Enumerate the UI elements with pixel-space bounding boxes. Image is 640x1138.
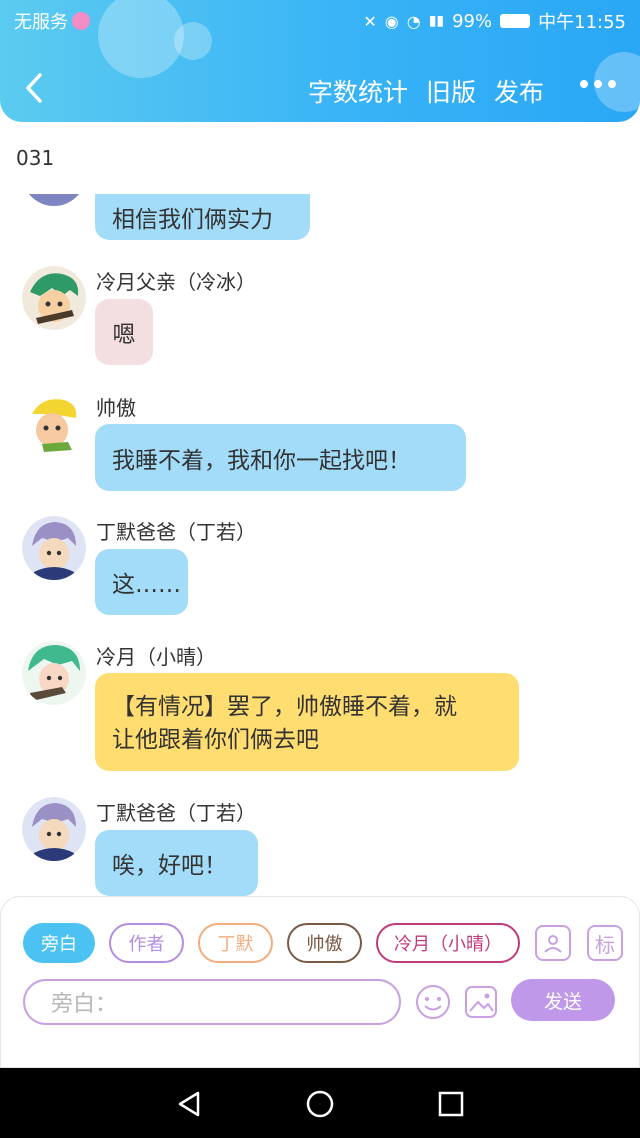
sender-name: 冷月（小晴） bbox=[96, 645, 216, 669]
role-chip-shuaiao[interactable]: 帅傲 bbox=[287, 923, 362, 963]
compose-panel: 旁白 作者 丁默 帅傲 冷月（小晴） 标 旁白： 发送 bbox=[0, 896, 640, 1068]
sender-name: 丁默爸爸（丁若） bbox=[96, 801, 256, 825]
message-line: 让他跟着你们俩去吧 bbox=[112, 727, 319, 753]
avatar[interactable] bbox=[22, 516, 86, 580]
emoji-icon[interactable] bbox=[414, 983, 452, 1021]
eye-icon: ◉ bbox=[384, 11, 399, 31]
message-bubble: 这…… bbox=[95, 549, 188, 615]
avatar[interactable] bbox=[22, 392, 86, 456]
message-bubble: 嗯 bbox=[95, 299, 153, 365]
marker-icon[interactable]: 标 bbox=[587, 925, 623, 961]
wifi-icon: ◔ bbox=[406, 11, 421, 31]
message-line: 【有情况】罢了，帅傲睡不着，就 bbox=[112, 694, 457, 720]
avatar[interactable] bbox=[22, 194, 86, 206]
hd-icon bbox=[72, 12, 90, 30]
avatar[interactable] bbox=[22, 266, 86, 330]
more-icon[interactable] bbox=[580, 80, 616, 88]
nav-home-icon[interactable] bbox=[306, 1090, 334, 1118]
back-arrow-icon[interactable] bbox=[20, 70, 50, 106]
battery-icon bbox=[500, 14, 531, 28]
app-header: 无服务 ✕ ◉ ◔ ▮▮ 99% 中午11:55 字数统计 旧版 发布 bbox=[0, 0, 640, 122]
role-chip-author[interactable]: 作者 bbox=[109, 923, 184, 963]
message-input[interactable]: 旁白： bbox=[23, 979, 401, 1025]
publish-button[interactable]: 发布 bbox=[494, 73, 544, 109]
signal-icon: ▮▮ bbox=[428, 13, 445, 29]
message-bubble: 唉，好吧！ bbox=[95, 830, 258, 896]
avatar[interactable] bbox=[22, 797, 86, 861]
system-nav-bar bbox=[0, 1068, 640, 1138]
mute-icon: ✕ bbox=[363, 11, 377, 31]
nav-recents-icon[interactable] bbox=[437, 1090, 465, 1118]
role-chip-dingmo[interactable]: 丁默 bbox=[198, 923, 273, 963]
message-bubble: 相信我们俩实力 bbox=[95, 194, 310, 240]
avatar[interactable] bbox=[22, 641, 86, 705]
chat-list[interactable]: 相信我们俩实力 冷月父亲（冷冰） 嗯 帅傲 我睡不着，我和你一起找吧！ 丁默爸爸… bbox=[0, 194, 640, 896]
old-version-button[interactable]: 旧版 bbox=[426, 73, 476, 109]
status-bar: 无服务 ✕ ◉ ◔ ▮▮ 99% 中午11:55 bbox=[0, 8, 640, 34]
message-bubble: 我睡不着，我和你一起找吧！ bbox=[95, 424, 466, 491]
carrier-text: 无服务 bbox=[14, 12, 68, 33]
message-bubble: 【有情况】罢了，帅傲睡不着，就 让他跟着你们俩去吧 bbox=[95, 673, 519, 771]
send-button[interactable]: 发送 bbox=[511, 979, 615, 1021]
battery-percent: 99% bbox=[452, 10, 493, 32]
role-chip-lengyue[interactable]: 冷月（小晴） bbox=[376, 923, 520, 963]
image-icon[interactable] bbox=[462, 983, 500, 1021]
word-count-button[interactable]: 字数统计 bbox=[308, 73, 408, 109]
role-chip-narration[interactable]: 旁白 bbox=[23, 923, 95, 963]
character-manage-icon[interactable] bbox=[535, 925, 571, 961]
sender-name: 冷月父亲（冷冰） bbox=[96, 270, 256, 294]
clock: 中午11:55 bbox=[538, 12, 626, 33]
nav-back-icon[interactable] bbox=[176, 1090, 204, 1118]
sender-name: 丁默爸爸（丁若） bbox=[96, 520, 256, 544]
sender-name: 帅傲 bbox=[96, 396, 136, 420]
page-number: 031 bbox=[16, 146, 55, 170]
